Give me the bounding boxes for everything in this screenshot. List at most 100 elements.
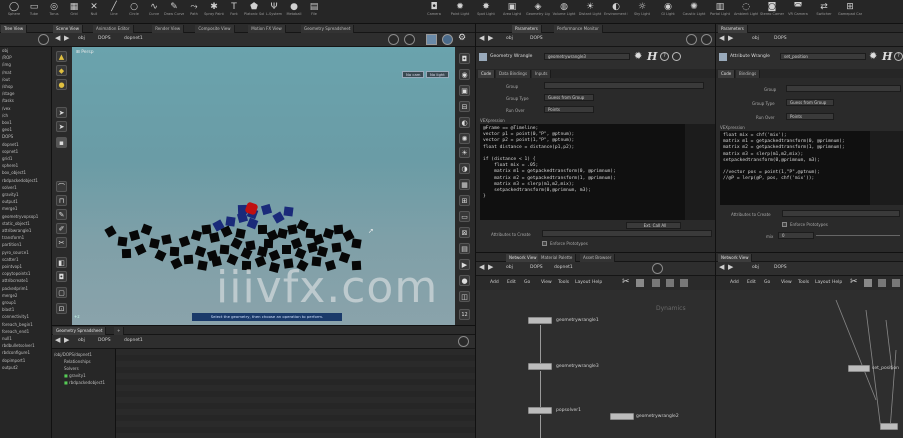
shelf-tool-stereo-camera[interactable]: ◙ Stereo Camera [760,2,784,22]
shelf-tool-torus[interactable]: ◎ Torus [44,2,64,22]
tab-viewport-1[interactable]: Animation Editor [93,25,134,33]
enforce-checkbox[interactable] [542,241,547,246]
help-icon[interactable]: ? [894,52,903,61]
snapshot-icon[interactable]: ▤ [459,243,470,254]
attributes-field[interactable] [542,230,712,237]
tree-item[interactable]: /stage [2,91,14,96]
forward-arrow-icon[interactable]: ▶ [728,34,733,42]
tree-item[interactable]: foreach_begin1 [2,322,33,327]
tree-item[interactable]: geometryvopsop1 [2,214,38,219]
tool-wrench-icon[interactable]: ✂ [622,277,630,287]
shelf-tool-distant-light[interactable]: ☀ Distant Light [578,2,602,22]
dop-tree-item[interactable]: ■ gravity1 [64,373,86,378]
tab-parameters[interactable]: Parameters [512,25,542,33]
network-menu-item[interactable]: Help [832,280,842,285]
move-icon[interactable]: ◆ [56,65,67,76]
network-options-icon[interactable] [892,279,900,287]
network-pin-button[interactable] [652,263,663,274]
tab-code[interactable]: Code [478,70,496,78]
tab-material-palette[interactable]: Material Palette [538,254,577,262]
lock-icon[interactable]: ▣ [459,85,470,96]
display-options-icon[interactable]: ⊟ [459,101,470,112]
tree-item[interactable]: blast1 [2,307,14,312]
tab-inputs[interactable]: Inputs [532,70,552,78]
shelf-tool-lsystem[interactable]: Ψ L-System [264,2,284,22]
dop-tree-root[interactable]: /obj/DOPS/dopnet1 [54,352,92,357]
tree-item[interactable]: group1 [2,300,16,305]
tree-item[interactable]: partition1 [2,242,22,247]
shelf-tool-sky-light[interactable]: ☼ Sky Light [630,2,654,22]
network-menu-item[interactable]: Add [490,280,499,285]
forward-arrow-icon[interactable]: ▶ [64,34,69,42]
network-grid-icon[interactable] [864,279,872,287]
shelf-tool-point-light[interactable]: ✹ Point Light [448,2,472,22]
brush-icon[interactable]: ✐ [56,223,67,234]
node-popsolver1[interactable] [528,407,552,414]
node-set-position[interactable] [848,365,870,372]
breadcrumb-obj[interactable]: obj [752,265,759,270]
info-icon[interactable] [672,52,681,61]
network-menu-item[interactable]: Layout [815,280,830,285]
cut-icon[interactable]: ✂ [56,237,67,248]
tool-wrench-icon[interactable]: ✂ [850,277,858,287]
tab-viewport-3[interactable]: Composite View [195,25,235,33]
node-geometrywrangle3[interactable] [528,363,552,370]
tab-viewport-4[interactable]: Motion FX View [248,25,286,33]
breadcrumb-dops[interactable]: DOPS [530,265,543,270]
tree-item[interactable]: rbdpackedobject1 [2,178,38,183]
back-arrow-icon[interactable]: ◀ [719,34,724,42]
tab-geometry-spreadsheet[interactable]: Geometry Spreadsheet [53,327,107,335]
texture-icon[interactable]: ▦ [459,179,470,190]
shelf-tool-spray-paint[interactable]: ✱ Spray Paint [204,2,224,22]
network-menu-item[interactable]: Help [592,280,602,285]
houdini-help-icon[interactable]: H [882,50,892,63]
handle-icon[interactable]: ▪ [56,137,67,148]
tree-item[interactable]: packedprim1 [2,286,28,291]
network-menu-item[interactable]: Add [730,280,739,285]
param-pin-button[interactable] [686,34,697,45]
tree-item[interactable]: merge2 [2,293,17,298]
network-layout-icon[interactable] [652,279,660,287]
tab-viewport-5[interactable]: Geometry Spreadsheet [301,25,355,33]
gear-icon[interactable]: ✹ [869,51,877,62]
tree-item[interactable]: /vex [2,106,10,111]
back-arrow-icon[interactable]: ◀ [55,34,60,42]
node-name-field[interactable]: geometrywrangle3 [544,53,630,60]
flipbook-icon[interactable]: ▶ [459,259,470,270]
camera-tool-icon[interactable]: ◘ [459,53,470,64]
param-link-button[interactable] [701,34,712,45]
node-name-field[interactable]: set_position [780,53,866,60]
vex-code-editor[interactable]: float mix = chf('mix'); matrix m1 = getp… [720,131,870,205]
shelf-tool-drawcurve[interactable]: ✎ Draw Curve [164,2,184,22]
help-icon[interactable]: ? [660,52,669,61]
snap-icon[interactable]: ⌒ [56,181,67,192]
add-tab-icon[interactable]: + [114,327,125,335]
viewport-link-button[interactable] [404,34,415,45]
breadcrumb-dops[interactable]: DOPS [774,265,787,270]
viewport-pin-button[interactable] [388,34,399,45]
shelf-tool-caustic-light[interactable]: ✺ Caustic Light [682,2,706,22]
lighting-icon[interactable]: ✺ [459,133,470,144]
tree-item[interactable]: /mat [2,70,11,75]
shelf-tool-volume-light[interactable]: ◍ Volume Light [552,2,576,22]
paint-icon[interactable]: ✎ [56,209,67,220]
tab-data-bindings[interactable]: Data Bindings [496,70,532,78]
shelf-tool-font[interactable]: T Font [224,2,244,22]
network-menu-item[interactable]: Tools [798,280,809,285]
tree-item[interactable]: copytopoints1 [2,271,30,276]
tree-item[interactable]: /tasks [2,98,14,103]
network-menu-item[interactable]: Go [764,280,770,285]
shelf-tool-gi-light[interactable]: ◉ GI Light [656,2,680,22]
network-options-icon[interactable] [666,279,674,287]
network-menu-item[interactable]: Edit [747,280,756,285]
camera-view-icon[interactable]: ◘ [56,271,67,282]
tree-item[interactable]: attribcreate1 [2,278,28,283]
tree-item[interactable]: rbdbulletsolver1 [2,343,35,348]
tree-item[interactable]: merge1 [2,206,17,211]
forward-arrow-icon[interactable]: ▶ [488,34,493,42]
forward-arrow-icon[interactable]: ▶ [64,336,69,344]
tree-item[interactable]: foreach_end1 [2,329,29,334]
shelf-tool-spot-light[interactable]: ✸ Spot Light [474,2,498,22]
tree-item[interactable]: /ch [2,113,8,118]
pointer-arrow-icon[interactable]: ➤ [56,107,67,118]
